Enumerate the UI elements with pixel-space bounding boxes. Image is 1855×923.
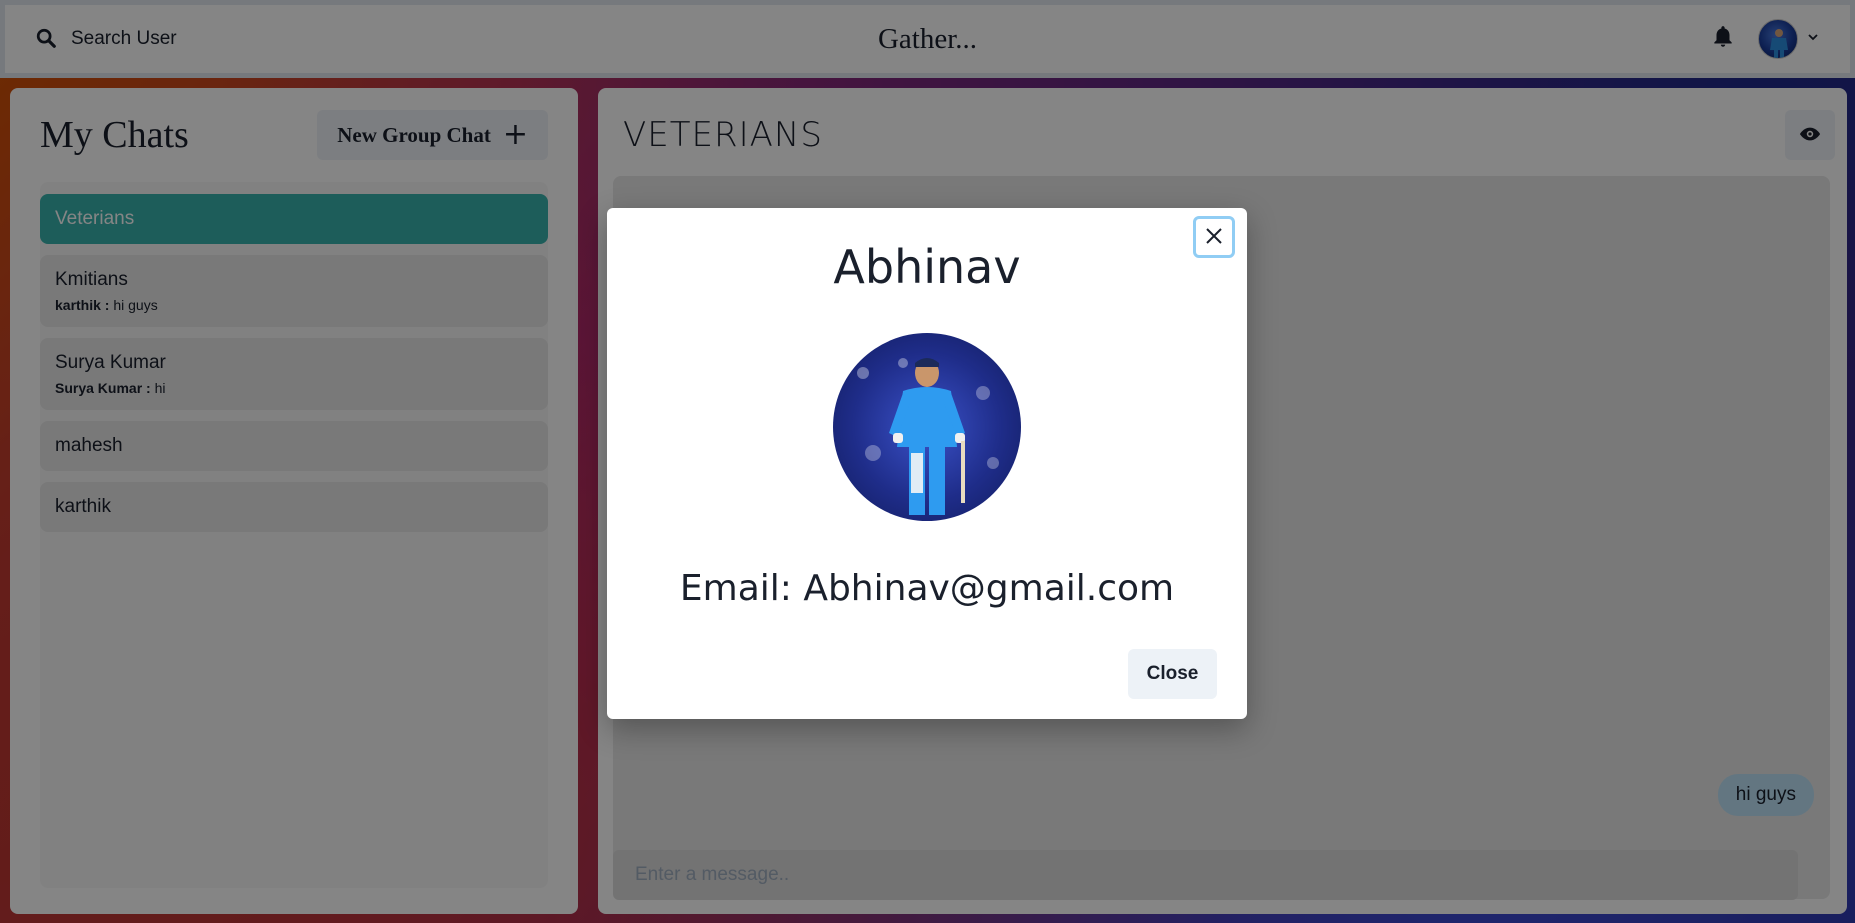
close-button[interactable]: Close — [1128, 649, 1217, 699]
profile-modal: Abhinav Email: Abhinav@gmail.com Close — [607, 208, 1247, 719]
close-icon — [1205, 227, 1223, 248]
profile-picture — [833, 333, 1021, 521]
modal-close-x-button[interactable] — [1193, 216, 1235, 258]
profile-name: Abhinav — [833, 240, 1021, 294]
profile-email: Email: Abhinav@gmail.com — [679, 568, 1175, 609]
